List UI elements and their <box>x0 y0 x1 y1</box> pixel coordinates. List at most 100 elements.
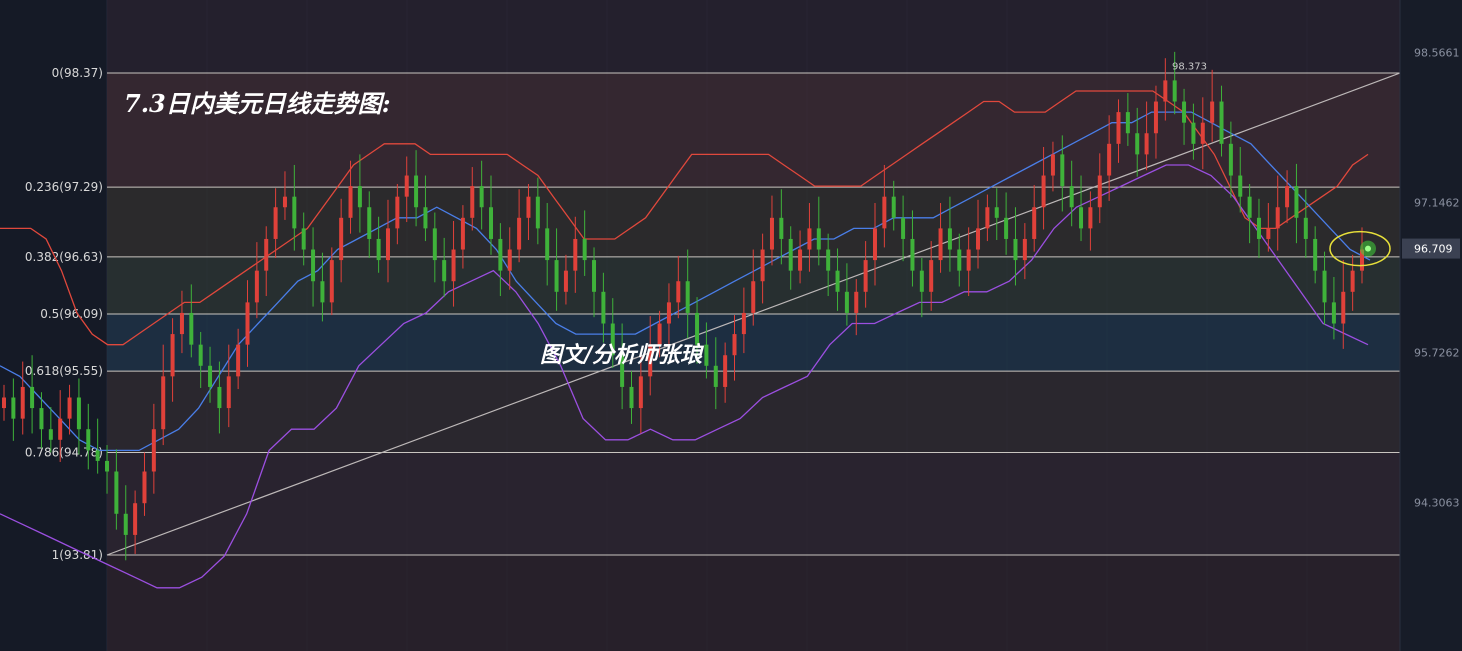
candle-body <box>741 312 746 335</box>
candle-body <box>535 196 540 229</box>
candle-body <box>498 238 503 271</box>
candle-body <box>58 418 63 440</box>
candle-body <box>826 249 831 271</box>
candle-body <box>292 196 297 229</box>
candle-body <box>638 376 643 409</box>
candle-body <box>666 302 671 324</box>
candle-body <box>385 228 390 261</box>
fib-band <box>107 371 1400 453</box>
right-axis-tick-label: 98.5661 <box>1414 46 1460 59</box>
candle-body <box>1125 112 1130 134</box>
candle-body <box>301 228 306 250</box>
candle-body <box>67 397 72 419</box>
candle-body <box>357 186 362 208</box>
watermark-text: 图文/分析师张琅 <box>540 342 705 368</box>
candle-body <box>217 386 222 409</box>
candle-body <box>1266 228 1271 239</box>
candle-body <box>198 344 203 366</box>
candle-body <box>1032 207 1037 239</box>
candle-body <box>1163 80 1168 102</box>
candle-body <box>151 429 156 472</box>
candle-body <box>835 270 840 292</box>
candle-body <box>470 186 475 218</box>
fib-band <box>107 187 1400 257</box>
candle-body <box>142 471 147 504</box>
candle-body <box>629 386 634 409</box>
candle-body <box>592 260 597 292</box>
candle-body <box>807 228 812 250</box>
candle-body <box>489 207 494 239</box>
candle-body <box>1303 217 1308 239</box>
candle-body <box>376 238 381 261</box>
candle-body <box>1079 207 1084 229</box>
fib-label: 0.618(95.55) <box>25 364 103 378</box>
candle-body <box>582 238 587 261</box>
candle-body <box>1191 122 1196 144</box>
candle-body <box>1341 291 1346 324</box>
candle-body <box>95 450 100 461</box>
candle-body <box>2 397 6 409</box>
right-price-axis: 98.5661 97.1462 95.7262 94.3063 96.709 <box>1399 0 1462 651</box>
candle-body <box>1219 101 1224 144</box>
fib-label: 0.382(96.63) <box>25 250 103 264</box>
candle-body <box>189 312 194 345</box>
candle-body <box>282 196 287 208</box>
chart-canvas: 0(98.37) 0.236(97.29) 0.382(96.63) 0.5(96.0… <box>0 0 1462 651</box>
glow-core <box>1365 245 1371 252</box>
fib-band <box>107 452 1400 555</box>
candle-body <box>179 312 184 335</box>
candle-body <box>573 238 578 271</box>
candle-body <box>1069 186 1074 208</box>
candle-body <box>1097 175 1102 208</box>
candle-body <box>779 217 784 239</box>
candle-body <box>1041 175 1046 208</box>
candle-body <box>11 397 16 419</box>
candle-body <box>423 207 428 229</box>
candle-body <box>872 228 877 261</box>
peak-price-label: 98.373 <box>1172 62 1207 73</box>
candle-body <box>1060 154 1065 187</box>
candle-body <box>348 186 353 218</box>
candle-body <box>760 249 765 282</box>
chart-title: 7.3日内美元日线走势图: <box>124 89 391 118</box>
candle-body <box>676 281 681 303</box>
fib-label: 0.5(96.09) <box>40 307 103 321</box>
candle-body <box>704 344 709 366</box>
candle-body <box>76 397 81 430</box>
candle-body <box>1238 175 1243 197</box>
candle-body <box>39 408 44 430</box>
candle-body <box>854 291 859 313</box>
candle-body <box>788 238 793 271</box>
candle-body <box>1247 196 1252 218</box>
candle-body <box>20 386 25 419</box>
candle-body <box>1350 270 1355 292</box>
candle-body <box>105 460 110 472</box>
candle-body <box>1256 217 1261 239</box>
candle-body <box>479 186 484 208</box>
candle-body <box>798 249 803 271</box>
candle-body <box>976 228 981 250</box>
candle-body <box>1228 143 1233 176</box>
candle-body <box>947 228 952 250</box>
candle-body <box>123 513 128 535</box>
candle-body <box>367 207 372 239</box>
candle-body <box>966 249 971 271</box>
candle-body <box>245 302 250 345</box>
candle-body <box>1135 133 1140 155</box>
candle-body <box>114 471 119 514</box>
candle-body <box>1050 154 1055 176</box>
candle-body <box>901 217 906 239</box>
candle-body <box>311 249 316 282</box>
candle-body <box>1275 207 1280 229</box>
candle-body <box>732 334 737 356</box>
candle-body <box>1116 112 1121 144</box>
candle-body <box>507 249 512 271</box>
candle-body <box>339 217 344 261</box>
candle-body <box>938 228 943 261</box>
candle-body <box>985 207 990 229</box>
candle-body <box>1013 238 1018 261</box>
candle-body <box>226 376 231 409</box>
candle-body <box>273 207 278 239</box>
candle-body <box>442 260 447 282</box>
candle-body <box>1322 270 1327 303</box>
